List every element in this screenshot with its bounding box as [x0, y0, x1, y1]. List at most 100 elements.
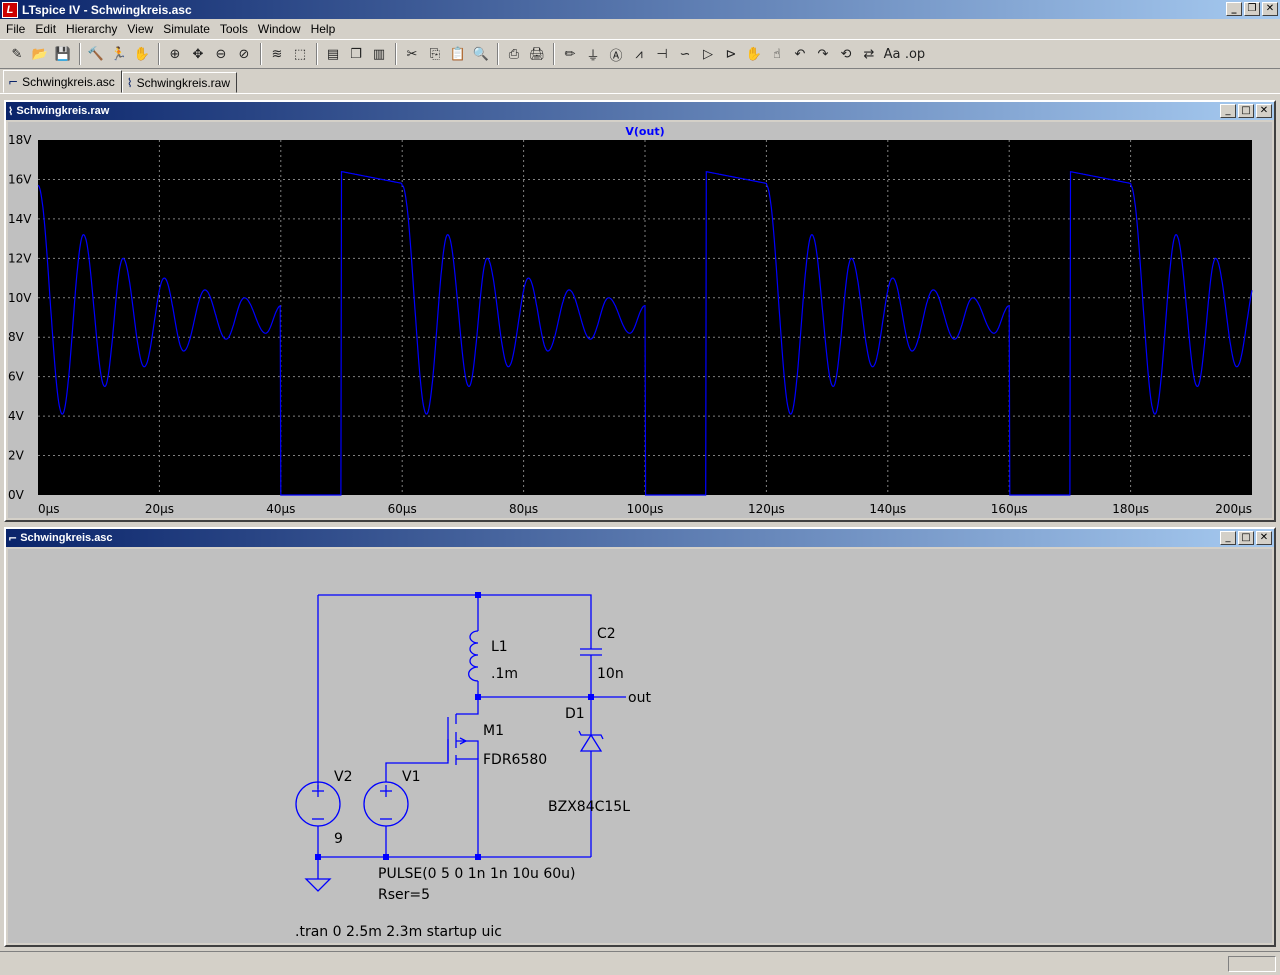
draw-wire-icon[interactable]: ✏ [559, 43, 581, 65]
menu-edit[interactable]: Edit [31, 22, 62, 36]
cut-icon[interactable]: ✂ [401, 43, 423, 65]
menu-hierarchy[interactable]: Hierarchy [62, 22, 123, 36]
c2-name[interactable]: C2 [597, 626, 616, 642]
v1-value[interactable]: PULSE(0 5 0 1n 1n 10u 60u) [378, 866, 576, 882]
maximize-icon[interactable]: □ [1238, 104, 1254, 118]
menu-simulate[interactable]: Simulate [159, 22, 216, 36]
close-icon[interactable]: ✕ [1256, 531, 1272, 545]
ground-icon[interactable]: ⏚ [582, 43, 604, 65]
run-icon[interactable]: 🏃 [108, 43, 130, 65]
c2-value[interactable]: 10n [597, 666, 624, 682]
mirror-icon[interactable]: ⇄ [858, 43, 880, 65]
schematic-drawing[interactable]: L1 .1m C2 10n out D1 BZX84C15L M1 FDR658… [8, 549, 1272, 945]
d1-value[interactable]: BZX84C15L [548, 799, 630, 815]
x-tick-label: 40µs [266, 502, 295, 516]
waveform-window-titlebar[interactable]: ⌇ Schwingkreis.raw [6, 102, 1274, 120]
undo-icon[interactable]: ↶ [789, 43, 811, 65]
fit-icon[interactable]: ⬚ [289, 43, 311, 65]
schematic-canvas[interactable]: L1 .1m C2 10n out D1 BZX84C15L M1 FDR658… [8, 549, 1272, 943]
tab-schwingkreis-asc[interactable]: ⌐ Schwingkreis.asc [3, 70, 122, 93]
inductor-l1[interactable] [468, 630, 479, 682]
minimize-icon[interactable]: _ [1226, 2, 1242, 16]
wire-source[interactable] [460, 758, 479, 857]
schematic-window-titlebar[interactable]: ⌐ Schwingkreis.asc [6, 529, 1274, 547]
wire-top[interactable] [318, 594, 592, 649]
l1-name[interactable]: L1 [491, 639, 508, 655]
menu-window[interactable]: Window [254, 22, 307, 36]
menu-view[interactable]: View [123, 22, 159, 36]
zoom-cancel-icon[interactable]: ⊘ [233, 43, 255, 65]
resistor-icon[interactable]: ⩘ [628, 43, 650, 65]
zoom-out-icon[interactable]: ⊖ [210, 43, 232, 65]
move-icon[interactable]: ✋ [743, 43, 765, 65]
text-icon[interactable]: Aa [881, 43, 903, 65]
zoom-in-icon[interactable]: ⊕ [164, 43, 186, 65]
pan-icon[interactable]: ✥ [187, 43, 209, 65]
restore-icon[interactable]: ❐ [1244, 2, 1260, 16]
tile-horizontal-icon[interactable]: ▤ [322, 43, 344, 65]
minimize-icon[interactable]: _ [1220, 531, 1236, 545]
toolbar-separator [553, 43, 555, 65]
ground-symbol[interactable] [304, 878, 332, 892]
diode-icon[interactable]: ▷ [697, 43, 719, 65]
menu-tools[interactable]: Tools [216, 22, 254, 36]
waveform-plot[interactable]: 0µs 20µs 40µs 60µs 80µs 100µs 120µs 140µs 160µs 1… [8, 122, 1272, 520]
print-preview-icon[interactable]: ⎙ [503, 43, 525, 65]
autorange-icon[interactable]: ≋ [266, 43, 288, 65]
x-tick-label: 0µs [38, 502, 60, 516]
net-node[interactable] [588, 694, 594, 700]
net-node[interactable] [475, 592, 481, 598]
mosfet-body[interactable] [456, 740, 479, 759]
ltspice-logo-icon: L [2, 1, 18, 18]
m1-value[interactable]: FDR6580 [483, 752, 547, 768]
close-icon[interactable]: ✕ [1256, 104, 1272, 118]
m1-name[interactable]: M1 [483, 723, 504, 739]
l1-value[interactable]: .1m [491, 666, 518, 682]
paste-icon[interactable]: 📋 [447, 43, 469, 65]
save-icon[interactable]: 💾 [52, 43, 74, 65]
y-tick-label: 18V [8, 133, 32, 147]
rotate-icon[interactable]: ⟲ [835, 43, 857, 65]
d1-name[interactable]: D1 [565, 706, 585, 722]
tab-schwingkreis-raw[interactable]: ⌇ Schwingkreis.raw [121, 72, 237, 93]
spice-directive[interactable]: .tran 0 2.5m 2.3m startup uic [295, 924, 502, 940]
drag-icon[interactable]: ☝ [766, 43, 788, 65]
net-node[interactable] [475, 694, 481, 700]
waveform-icon: ⌇ [126, 75, 133, 90]
spice-directive-icon[interactable]: .op [904, 43, 926, 65]
control-panel-icon[interactable]: 🔨 [85, 43, 107, 65]
zener-diode-d1[interactable] [579, 733, 603, 752]
v2-name[interactable]: V2 [334, 769, 352, 785]
menu-file[interactable]: File [2, 22, 31, 36]
open-icon[interactable]: 📂 [29, 43, 51, 65]
net-label-out[interactable]: out [628, 690, 651, 706]
inductor-icon[interactable]: ∽ [674, 43, 696, 65]
menu-bar: File Edit Hierarchy View Simulate Tools Window… [0, 19, 1280, 38]
close-icon[interactable]: ✕ [1262, 2, 1278, 16]
cascade-icon[interactable]: ❐ [345, 43, 367, 65]
find-icon[interactable]: 🔍 [470, 43, 492, 65]
halt-icon[interactable]: ✋ [131, 43, 153, 65]
trace-label[interactable]: V(out) [625, 125, 664, 138]
label-net-icon[interactable]: Ⓐ [605, 43, 627, 65]
print-icon[interactable]: 🖨 [526, 43, 548, 65]
app-title-bar: L LTspice IV - Schwingkreis.asc _ ❐ ✕ [0, 0, 1280, 19]
menu-help[interactable]: Help [307, 22, 342, 36]
net-node[interactable] [475, 854, 481, 860]
minimize-icon[interactable]: _ [1220, 104, 1236, 118]
y-tick-label: 16V [8, 172, 32, 186]
v1-rser[interactable]: Rser=5 [378, 887, 430, 903]
net-node[interactable] [315, 854, 321, 860]
copy-icon[interactable]: ⎘ [424, 43, 446, 65]
component-icon[interactable]: ⊳ [720, 43, 742, 65]
maximize-icon[interactable]: □ [1238, 531, 1254, 545]
tile-vertical-icon[interactable]: ▥ [368, 43, 390, 65]
tab-label: Schwingkreis.asc [22, 74, 115, 89]
redo-icon[interactable]: ↷ [812, 43, 834, 65]
v1-name[interactable]: V1 [402, 769, 420, 785]
v2-value[interactable]: 9 [334, 831, 343, 847]
new-schematic-icon[interactable]: ✎ [6, 43, 28, 65]
y-tick-label: 4V [8, 409, 25, 423]
net-node[interactable] [383, 854, 389, 860]
capacitor-icon[interactable]: ⊣ [651, 43, 673, 65]
